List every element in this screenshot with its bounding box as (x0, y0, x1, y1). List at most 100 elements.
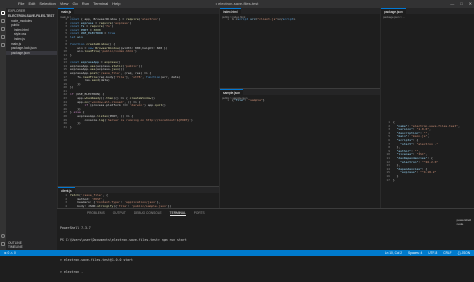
code-token: function (145, 74, 161, 79)
code-token: "file" (233, 98, 245, 102)
minimize-icon[interactable]: — (450, 0, 454, 8)
menu-file[interactable]: File (18, 0, 24, 8)
code-token: 'darwin' (129, 103, 145, 108)
extensions-icon[interactable] (1, 43, 5, 47)
menu-view[interactable]: View (60, 0, 69, 8)
source-control-icon[interactable] (1, 27, 5, 31)
code-line: 17} (381, 177, 474, 183)
editor-client-js: client.js 1 fetch('/save_file', {2 method… (57, 186, 219, 211)
account-icon[interactable] (1, 234, 5, 238)
code-token: ) app. (144, 103, 155, 108)
editor-index-html: index.html public > index.html 11 <scrip… (219, 8, 380, 88)
terminal-list: powershell node (457, 218, 471, 226)
code-token: () (162, 103, 166, 108)
tab-terminal[interactable]: TERMINAL (169, 211, 186, 216)
code-token: ) (191, 117, 193, 122)
line-number: 1 (227, 17, 229, 21)
code-area[interactable]: 1 {"file": "sample"} (220, 98, 380, 103)
code-token: "express" (400, 170, 417, 175)
code-area[interactable]: 11 <script src="client.js"></script> (220, 17, 380, 22)
workspace-folder[interactable]: ELECTRON-SAVE-FILES-TEST (6, 14, 57, 19)
terminal-line: > electron . (60, 270, 84, 274)
code-token: 'fs' (104, 24, 112, 29)
terminal-line: > electron-save-files-test@1.0.0 start (60, 258, 133, 262)
explorer-icon[interactable] (1, 11, 5, 15)
menu-run[interactable]: Run (82, 0, 89, 8)
line-number: 17 (386, 177, 390, 182)
tab-package-json[interactable]: package.json (381, 8, 406, 14)
run-debug-icon[interactable] (1, 35, 5, 39)
code-token: 'electron' (140, 17, 159, 21)
code-token: } (70, 52, 72, 57)
editor-main-js: main.js main.js > ... 1 const { app, Brow… (57, 8, 219, 186)
code-token: 'express' (113, 20, 130, 25)
gear-icon[interactable] (1, 242, 5, 246)
code-token: win (77, 34, 83, 39)
code-token: , (429, 127, 431, 132)
indentation[interactable]: Spaces: 4 (408, 250, 422, 256)
tab-sample-json[interactable]: sample.json (220, 89, 244, 95)
code-token: script (282, 17, 294, 21)
code-token: "start" (400, 141, 413, 146)
close-icon[interactable]: ✕ (469, 0, 472, 8)
line-number: 1 (227, 98, 229, 102)
language-mode[interactable]: { } JSON (458, 250, 470, 256)
status-bar: ⊗ 0 ⚠ 0 Ln 10, Col 2 Spaces: 4 UTF-8 CRL… (0, 250, 474, 256)
code-token: }) (70, 85, 74, 90)
tab-output[interactable]: OUTPUT (113, 211, 126, 216)
code-area[interactable]: 1{2 "name": "electron-save-files-test", 3… (381, 120, 474, 183)
explorer-sidebar: EXPLORER ELECTRON-SAVE-FILES-TEST node_m… (6, 8, 57, 250)
tab-ports[interactable]: PORTS (194, 211, 205, 216)
code-token: "electron" (400, 159, 419, 164)
code-line: 11 <script src="client.js"></script> (220, 17, 380, 22)
code-token: } (262, 98, 265, 102)
search-icon[interactable] (1, 19, 5, 23)
code-token: "client.js" (257, 17, 278, 21)
menu-selection[interactable]: Selection (39, 0, 55, 8)
tab-debug-console[interactable]: DEBUG CONSOLE (134, 211, 162, 216)
code-token: "electron ." (416, 141, 439, 146)
title-bar: • electron-save-files-test File Edit Sel… (0, 0, 474, 8)
editor-sample-json: sample.json public > sample.json 1 {"file… (219, 88, 380, 208)
code-token: 'public' (124, 63, 139, 68)
tab-main-js[interactable]: main.js (58, 8, 75, 14)
code-token: () (151, 96, 155, 101)
bottom-panel: PROBLEMS OUTPUT DEBUG CONSOLE TERMINAL P… (57, 208, 474, 274)
code-token: ) (135, 49, 137, 54)
menu-terminal[interactable]: Terminal (93, 0, 108, 8)
problems-status[interactable]: ⊗ 0 ⚠ 0 (4, 250, 16, 256)
code-area[interactable]: 1 const { app, BrowserWindow } = require(… (58, 17, 219, 130)
code-token: "^26.2.0" (421, 159, 439, 164)
encoding[interactable]: UTF-8 (428, 250, 437, 256)
line-ending[interactable]: CRLF (443, 250, 451, 256)
code-token: ) (158, 17, 161, 21)
code-token: "^4.18.2" (420, 170, 437, 175)
terminal-instance[interactable]: node (457, 222, 471, 226)
code-token: (data) (98, 78, 110, 83)
code-token: ) (111, 24, 114, 29)
terminal-line: PowerShell 7.3.7 (60, 226, 91, 230)
code-token: , (458, 123, 460, 128)
menu-go[interactable]: Go (72, 0, 77, 8)
maximize-icon[interactable]: □ (460, 0, 462, 8)
code-token: USE_ELECTRON (80, 31, 103, 36)
code-token: 'utf8' (131, 74, 143, 79)
tab-index-html[interactable]: index.html (220, 8, 241, 14)
menu-help[interactable]: Help (112, 0, 120, 8)
menu-edit[interactable]: Edit (28, 0, 35, 8)
code-token: send (91, 78, 99, 83)
tab-problems[interactable]: PROBLEMS (87, 211, 105, 216)
menu-bar: File Edit Selection View Go Run Terminal… (18, 0, 120, 8)
code-token: `Server is running on http://localhost:$… (106, 117, 192, 122)
code-line: 31} (58, 124, 219, 130)
file-tree-item[interactable]: package.json (6, 50, 57, 56)
line-number: 31 (63, 124, 67, 129)
code-token: ) (129, 20, 132, 25)
code-token: (err, data) (160, 74, 181, 79)
code-token: , (427, 134, 430, 139)
code-token: } (70, 124, 72, 129)
code-token: script (237, 17, 251, 21)
code-token: 'file' (115, 74, 127, 79)
breadcrumb: package.json > ... (383, 14, 406, 19)
cursor-position[interactable]: Ln 10, Col 2 (385, 250, 402, 256)
